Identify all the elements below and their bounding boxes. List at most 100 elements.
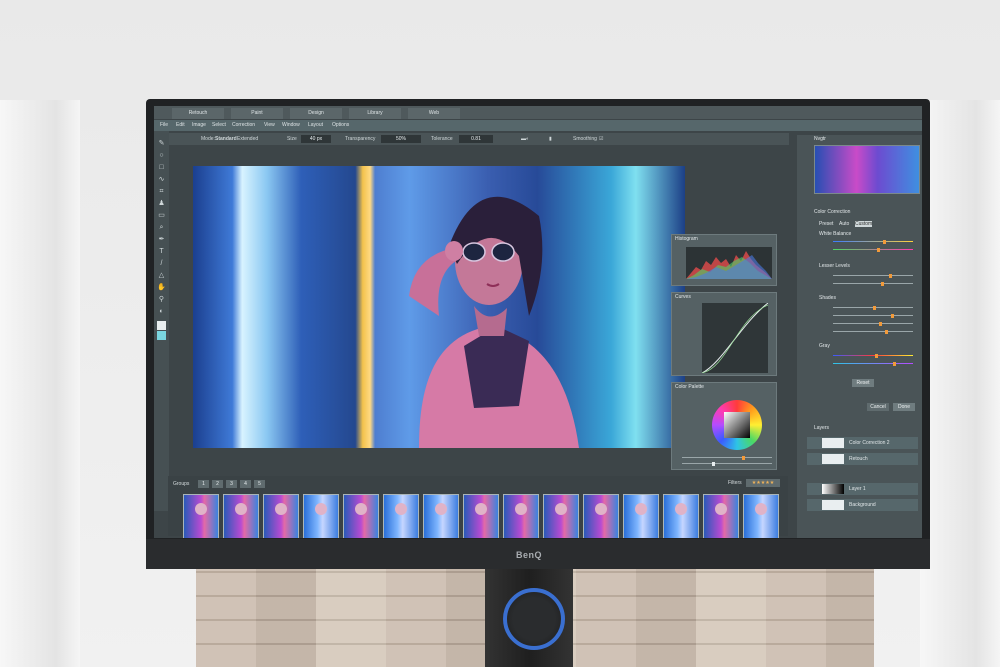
film-thumb[interactable] [743,494,779,538]
layer-color-correction[interactable]: Color Correction 2 [807,437,918,449]
curves-title: Curves [675,294,691,300]
menu-layout[interactable]: Layout [308,120,323,131]
wb-slider-1[interactable] [833,239,913,244]
mode-extended-option[interactable]: Extended [237,133,258,145]
navigator-title: Nvgtr [814,136,826,142]
color-wheel[interactable] [712,400,762,450]
text-tool-icon[interactable]: T [157,247,166,256]
foreground-color-swatch[interactable] [157,321,166,330]
menu-window[interactable]: Window [282,120,300,131]
shades-slider-2[interactable] [833,313,913,318]
color-palette-panel: Color Palette [671,382,777,470]
film-thumb[interactable] [303,494,339,538]
film-thumb[interactable] [263,494,299,538]
film-thumb[interactable] [703,494,739,538]
smoothing-checkbox[interactable]: ☑ [599,133,603,145]
film-thumb[interactable] [423,494,459,538]
film-thumb[interactable] [663,494,699,538]
group-button-3[interactable]: 3 [226,480,237,488]
zoom-icon[interactable]: ⌕ [157,223,166,232]
film-thumb[interactable] [623,494,659,538]
tab-design[interactable]: Design [290,108,342,119]
menu-select[interactable]: Select [212,120,226,131]
tab-web[interactable]: Web [408,108,460,119]
cc-tab-custom[interactable]: Custom [855,221,873,227]
shades-slider-1[interactable] [833,305,913,310]
cc-tab-preset[interactable]: Preset [819,221,833,227]
menu-edit[interactable]: Edit [176,120,185,131]
brush-tool-icon[interactable]: ✎ [157,139,166,148]
hand-tool-icon[interactable]: ✋ [157,283,166,292]
menu-bar: File Edit Image Select Correction View W… [154,120,922,131]
eyedropper-icon[interactable]: ⚲ [157,295,166,304]
lasso-icon[interactable]: ∿ [157,175,166,184]
levels-slider-1[interactable] [833,273,913,278]
film-thumb[interactable] [583,494,619,538]
menu-correction[interactable]: Correction [232,120,255,131]
layer-retouch[interactable]: Retouch [807,453,918,465]
menu-file[interactable]: File [160,120,168,131]
tolerance-input[interactable]: 0.81 [459,135,493,143]
rect-select-icon[interactable]: □ [157,163,166,172]
done-button[interactable]: Done [893,403,915,411]
shades-slider-3[interactable] [833,321,913,326]
line-tool-icon[interactable]: / [157,259,166,268]
group-button-2[interactable]: 2 [212,480,223,488]
gray-slider-1[interactable] [833,353,913,358]
ellipse-select-icon[interactable]: ○ [157,151,166,160]
mode-label: Mode: [201,136,215,142]
group-button-1[interactable]: 1 [198,480,209,488]
palette-slider-1[interactable] [682,455,772,460]
palette-slider-2[interactable] [682,461,772,466]
tool-options-bar: Mode: Standard Extended Size 40 px Trans… [169,133,789,145]
layer-1[interactable]: Layer 1 [807,483,918,495]
mode-standard-option[interactable]: Standard [215,133,237,145]
rating-filter[interactable]: ★★★★★ [746,479,780,487]
film-thumb[interactable] [383,494,419,538]
cancel-button[interactable]: Cancel [867,403,889,411]
film-thumb[interactable] [183,494,219,538]
groups-label: Groups [173,481,190,487]
levels-slider-2[interactable] [833,281,913,286]
tab-retouch[interactable]: Retouch [172,108,224,119]
navigator-thumbnail[interactable] [814,145,920,194]
filters-label: Filters [728,480,742,486]
tab-paint[interactable]: Paint [231,108,283,119]
film-thumb[interactable] [343,494,379,538]
brush-mode-icon[interactable]: ▬◐ [521,133,529,145]
reset-button[interactable]: Reset [852,379,874,387]
histogram-graph [686,247,772,279]
background-color-swatch[interactable] [157,331,166,340]
film-thumb[interactable] [503,494,539,538]
menu-options[interactable]: Options [332,120,349,131]
wb-slider-2[interactable] [833,247,913,252]
layer-label: Layer 1 [849,486,866,492]
cc-tab-auto[interactable]: Auto [839,221,849,227]
film-thumb[interactable] [543,494,579,538]
group-button-4[interactable]: 4 [240,480,251,488]
tab-library[interactable]: Library [349,108,401,119]
brush-shape-icon[interactable]: ▮ [549,133,552,145]
pen-icon[interactable]: ✒ [157,235,166,244]
layer-background[interactable]: Background [807,499,918,511]
shape-tool-icon[interactable]: △ [157,271,166,280]
film-thumb[interactable] [223,494,259,538]
transparency-input[interactable]: 50% [381,135,421,143]
shades-slider-4[interactable] [833,329,913,334]
image-canvas[interactable] [193,166,685,448]
menu-image[interactable]: Image [192,120,206,131]
group-button-5[interactable]: 5 [254,480,265,488]
layers-title: Layers [814,425,830,431]
fill-tool-icon[interactable]: ◐ [157,307,166,316]
stamp-icon[interactable]: ♟ [157,199,166,208]
curves-graph[interactable] [701,302,769,374]
gray-slider-2[interactable] [833,361,913,366]
layer-label: Retouch [849,456,868,462]
crop-icon[interactable]: ⌗ [157,187,166,196]
left-pillar [0,100,80,667]
app-tab-bar: Retouch Paint Design Library Web [154,106,922,119]
size-input[interactable]: 40 px [301,135,331,143]
menu-view[interactable]: View [264,120,275,131]
film-thumb[interactable] [463,494,499,538]
eraser-icon[interactable]: ▭ [157,211,166,220]
